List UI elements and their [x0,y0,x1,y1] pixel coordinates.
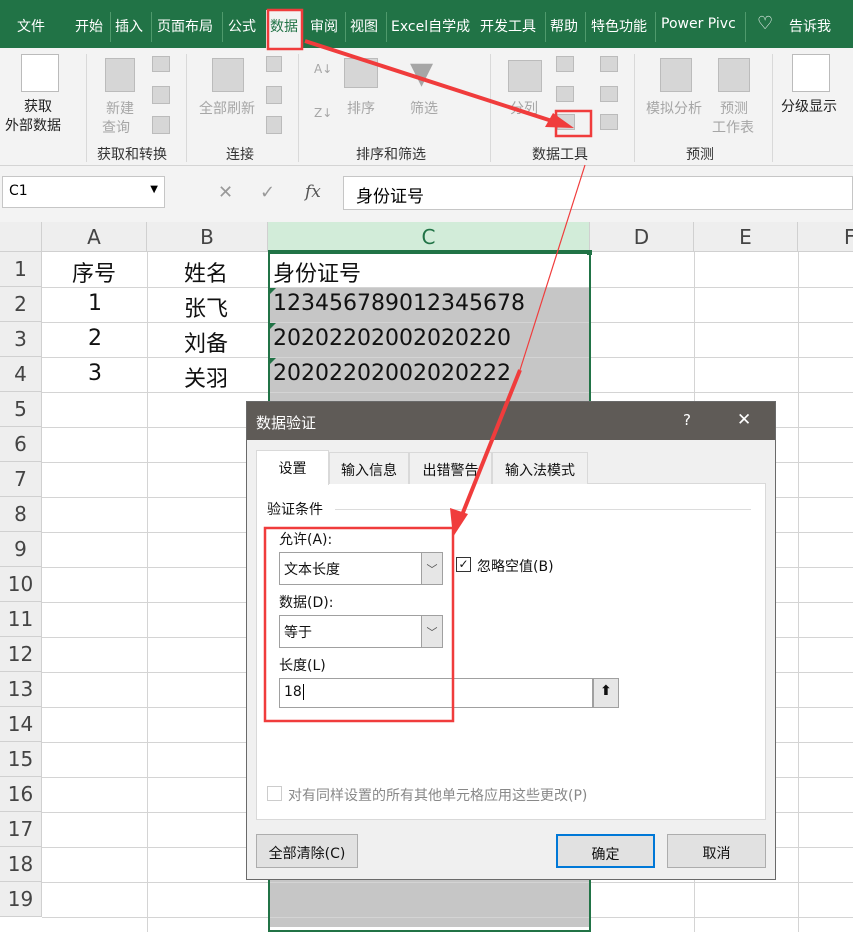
highlight-data-tab [266,8,304,51]
arrow-to-dialog-thin [519,164,586,371]
arrow-to-dialog [460,369,522,516]
arrowhead [545,113,574,128]
arrowhead [450,508,468,537]
highlight-criteria [263,526,455,723]
arrow-to-validation [304,39,553,123]
annotation-overlay [263,8,593,723]
